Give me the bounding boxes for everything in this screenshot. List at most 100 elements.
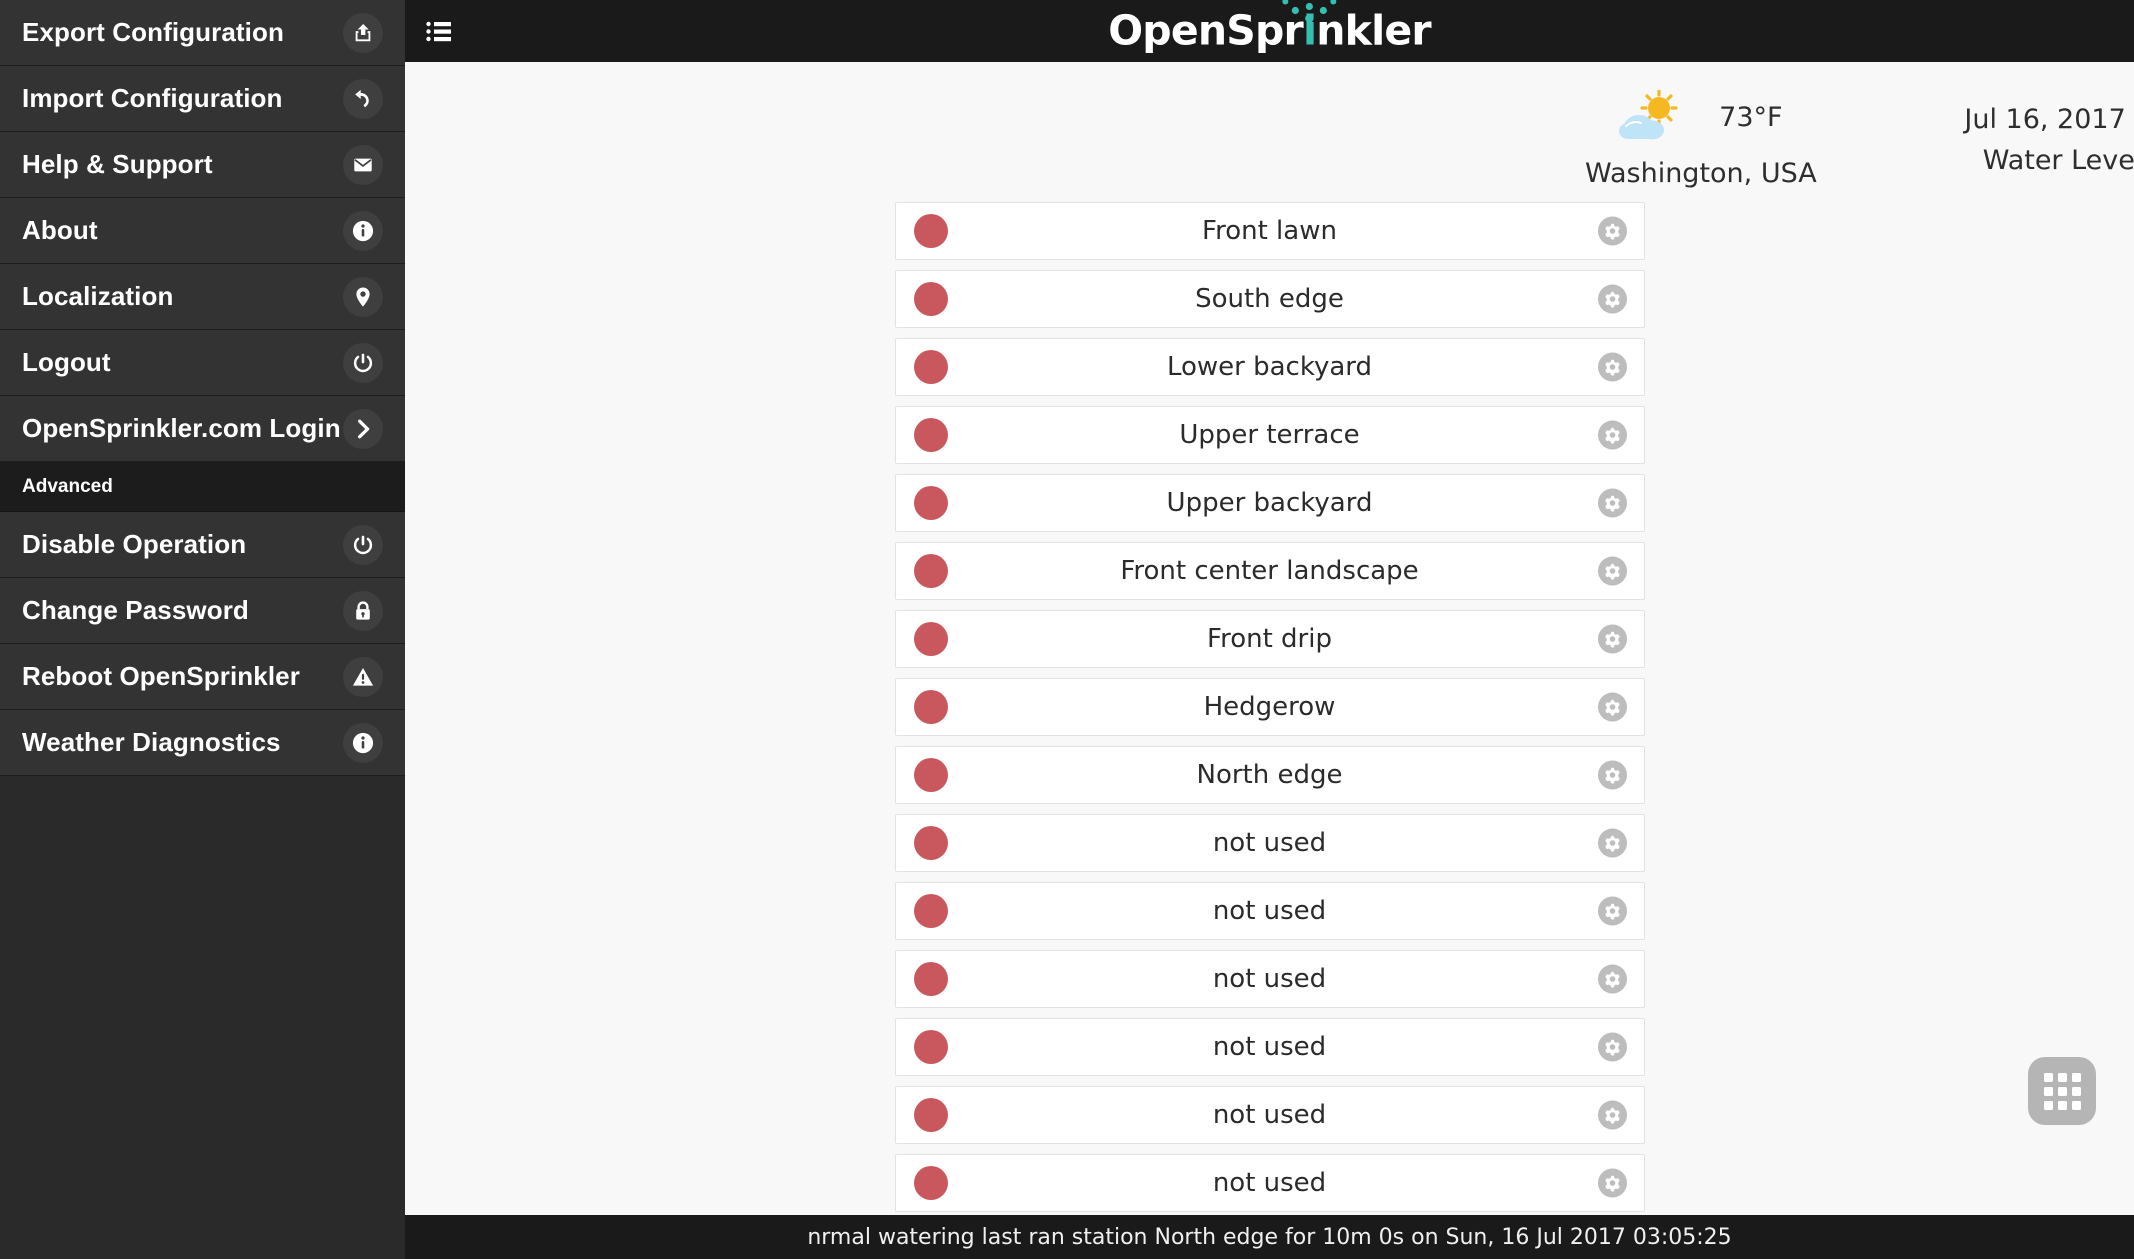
station-row[interactable]: Upper terrace: [894, 406, 1645, 464]
gear-icon[interactable]: [1597, 488, 1628, 519]
weather-summary: 73°F Washington, USA: [1585, 89, 1817, 189]
station-row[interactable]: not used: [894, 1154, 1645, 1212]
sidebar-item-label: Reboot OpenSprinkler: [22, 661, 300, 691]
station-row[interactable]: North edge: [894, 746, 1645, 804]
station-name: Front lawn: [1202, 216, 1337, 246]
station-name: not used: [1212, 1168, 1327, 1198]
water-level-status: Water Level: 100%: [1982, 145, 2134, 176]
station-row[interactable]: Front drip: [894, 610, 1645, 668]
gear-icon[interactable]: [1597, 1168, 1628, 1199]
station-status-indicator[interactable]: [913, 622, 948, 656]
station-row[interactable]: Front center landscape: [894, 542, 1645, 600]
sidebar-item-weather-diagnostics[interactable]: Weather Diagnostics: [0, 710, 405, 776]
sidebar-item-disable-operation[interactable]: Disable Operation: [0, 512, 405, 578]
sidebar-item-help-support[interactable]: Help & Support: [0, 132, 405, 198]
sidebar-item-label: Help & Support: [22, 149, 213, 179]
gear-icon[interactable]: [1597, 352, 1628, 383]
sidebar-section-advanced: Advanced: [0, 462, 405, 512]
station-status-indicator[interactable]: [913, 894, 948, 928]
brand-text-accent: i: [1302, 6, 1317, 55]
station-status-indicator[interactable]: [913, 690, 948, 724]
station-status-indicator[interactable]: [913, 554, 948, 588]
status-bar-text: nrmal watering last ran station North ed…: [807, 1224, 1732, 1250]
station-status-indicator[interactable]: [913, 214, 948, 248]
station-status-indicator[interactable]: [913, 350, 948, 384]
mail-icon: [343, 144, 383, 185]
station-row[interactable]: Hedgerow: [894, 678, 1645, 736]
sidebar-item-reboot-opensprinkler[interactable]: Reboot OpenSprinkler: [0, 644, 405, 710]
sidebar-item-label: Change Password: [22, 595, 249, 625]
sidebar-main-list: Export Configuration Import Configuration…: [0, 0, 405, 462]
main-content: 73°F Washington, USA Jul 16, 2017 14:22:…: [405, 62, 2134, 1215]
gear-icon[interactable]: [1597, 1100, 1628, 1131]
sidebar-item-about[interactable]: About: [0, 198, 405, 264]
gear-icon[interactable]: [1597, 1032, 1628, 1063]
gear-icon[interactable]: [1597, 692, 1628, 723]
gear-icon[interactable]: [1597, 624, 1628, 655]
station-status-indicator[interactable]: [913, 282, 948, 316]
sidebar-item-label: Localization: [22, 281, 174, 311]
gear-icon[interactable]: [1597, 284, 1628, 315]
station-status-indicator[interactable]: [913, 1030, 948, 1064]
station-name: Lower backyard: [1166, 352, 1373, 382]
grid-glyph: [2043, 1072, 2081, 1110]
grid-icon[interactable]: [2028, 1057, 2096, 1125]
station-name: South edge: [1195, 284, 1344, 314]
system-status: Jul 16, 2017 14:22:28 Water Level: 100%: [1945, 104, 2134, 176]
station-status-indicator[interactable]: [913, 826, 948, 860]
power-icon: [343, 342, 383, 383]
brand-text-part1: OpenSpr: [1108, 6, 1304, 55]
station-row[interactable]: Upper backyard: [894, 474, 1645, 532]
list-icon[interactable]: [422, 16, 456, 46]
info-icon: [343, 722, 383, 763]
station-name: Front center landscape: [1120, 556, 1419, 586]
station-status-indicator[interactable]: [913, 962, 948, 996]
station-row[interactable]: not used: [894, 882, 1645, 940]
station-status-indicator[interactable]: [913, 486, 948, 520]
sidebar-item-localization[interactable]: Localization: [0, 264, 405, 330]
sidebar-item-opensprinkler-com-login[interactable]: OpenSprinkler.com Login: [0, 396, 405, 462]
sidebar-item-logout[interactable]: Logout: [0, 330, 405, 396]
gear-icon[interactable]: [1597, 420, 1628, 451]
station-row[interactable]: Lower backyard: [894, 338, 1645, 396]
warning-icon: [343, 656, 383, 697]
sidebar-item-export-configuration[interactable]: Export Configuration: [0, 0, 405, 66]
station-status-indicator[interactable]: [913, 1166, 948, 1200]
station-name: Front drip: [1207, 624, 1332, 654]
sidebar-item-change-password[interactable]: Change Password: [0, 578, 405, 644]
undo-icon: [343, 78, 383, 119]
station-row[interactable]: not used: [894, 1018, 1645, 1076]
station-status-indicator[interactable]: [913, 418, 948, 452]
brand-text-part2: nkler: [1316, 6, 1431, 55]
station-name: not used: [1212, 1032, 1327, 1062]
sidebar-item-import-configuration[interactable]: Import Configuration: [0, 66, 405, 132]
station-row[interactable]: not used: [894, 814, 1645, 872]
station-name: Upper backyard: [1166, 488, 1373, 518]
station-row[interactable]: not used: [894, 950, 1645, 1008]
gear-icon[interactable]: [1597, 760, 1628, 791]
gear-icon[interactable]: [1597, 896, 1628, 927]
gear-icon[interactable]: [1597, 216, 1628, 247]
sidebar-item-label: Export Configuration: [22, 17, 284, 47]
gear-icon[interactable]: [1597, 964, 1628, 995]
status-bar: nrmal watering last ran station North ed…: [405, 1215, 2134, 1259]
station-name: Upper terrace: [1179, 420, 1360, 450]
gear-icon[interactable]: [1597, 828, 1628, 859]
station-status-indicator[interactable]: [913, 1098, 948, 1132]
sidebar-item-label: About: [22, 215, 98, 245]
opensprinkler-app: Export Configuration Import Configuration…: [0, 0, 2134, 1259]
station-name: not used: [1212, 896, 1327, 926]
station-name: not used: [1212, 1100, 1327, 1130]
station-row[interactable]: not used: [894, 1086, 1645, 1144]
sidebar-section-label: Advanced: [22, 475, 113, 497]
gear-icon[interactable]: [1597, 556, 1628, 587]
station-name: North edge: [1196, 760, 1343, 790]
current-datetime: Jul 16, 2017 14:22:28: [1964, 104, 2134, 135]
station-status-indicator[interactable]: [913, 758, 948, 792]
station-row[interactable]: South edge: [894, 270, 1645, 328]
sidebar-advanced-list: Disable Operation Change Password Reboot O…: [0, 512, 405, 776]
weather-location: Washington, USA: [1585, 158, 1817, 189]
sidebar-item-label: Weather Diagnostics: [22, 727, 281, 757]
app-logo: OpenSprinkler: [1108, 0, 1432, 52]
station-row[interactable]: Front lawn: [894, 202, 1645, 260]
